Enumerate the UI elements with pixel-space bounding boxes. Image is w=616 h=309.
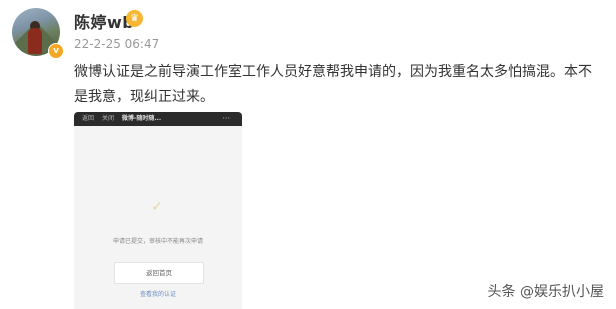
username[interactable]: 陈婷wb [74,9,134,33]
watermark: 头条 @娱乐扒小屋 [487,284,604,300]
screenshot-close: 关闭 [101,115,114,122]
screenshot-title: 微博-随时随... [121,115,162,122]
screenshot-back: 返回 [82,115,95,122]
screenshot-menu-icon: ··· [222,114,230,123]
embedded-screenshot[interactable]: 返回 关闭 微博-随时随... ··· ✓ 申请已提交，审核中不能再次申请 返回… [74,112,242,309]
avatar-person [28,28,42,54]
vip-crown-icon[interactable]: ♛ [126,10,143,27]
checkmark-icon: ✓ [151,199,163,215]
screenshot-view-link: 查看我的认证 [139,291,176,298]
post-body-text: 微博认证是之前导演工作室工作人员好意帮我申请的，因为我重名太多怕搞混。本不是我意… [74,64,592,105]
screenshot-return-button: 返回首页 [114,262,204,284]
post-timestamp[interactable]: 22-2-25 06:47 [74,37,159,51]
screenshot-message: 申请已提交，审核中不能再次申请 [112,238,203,245]
verified-badge-icon: v [48,43,64,59]
weibo-post: v 陈婷wb ♛ 22-2-25 06:47 微博认证是之前导演工作室工作人员好… [0,0,616,309]
screenshot-topbar: 返回 关闭 微博-随时随... ··· [74,112,242,126]
